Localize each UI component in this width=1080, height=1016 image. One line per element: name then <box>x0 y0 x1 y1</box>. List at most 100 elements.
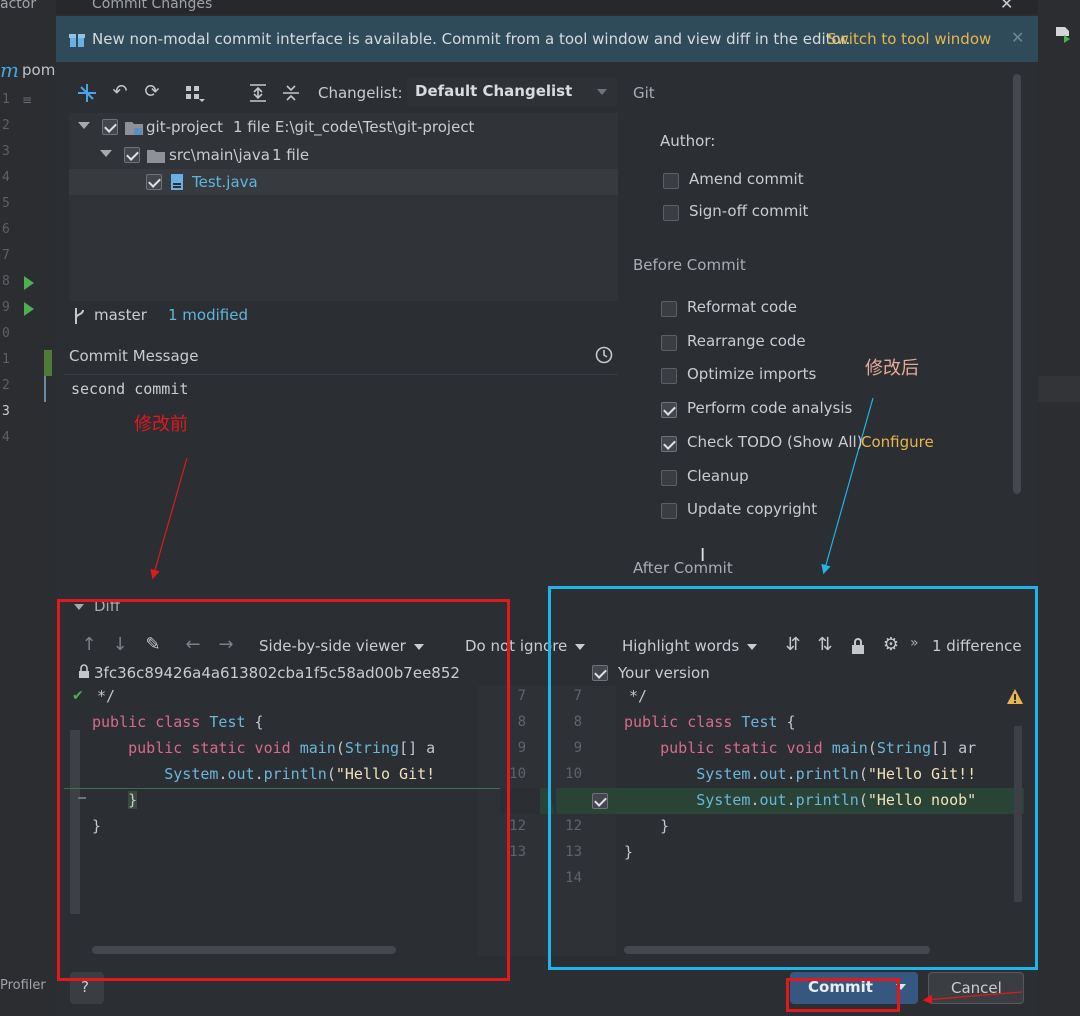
tree-item-label: git-project <box>146 118 224 136</box>
before-commit-header: Before Commit <box>633 256 746 274</box>
changelist-dropdown[interactable]: Default Changelist <box>407 78 617 106</box>
gutter-line-number: 1 <box>2 352 10 367</box>
option-row[interactable]: Check TODO (Show All) Configure <box>661 433 991 455</box>
option-checkbox[interactable] <box>661 469 677 486</box>
author-label: Author: <box>660 132 716 150</box>
checkbox[interactable] <box>146 174 162 190</box>
option-label: Sign-off commit <box>689 202 809 220</box>
commit-message-input[interactable]: second commit <box>64 374 618 590</box>
option-checkbox[interactable] <box>661 435 677 452</box>
tree-item-meta: 1 file E:\git_code\Test\git-project <box>233 118 475 136</box>
checkbox[interactable] <box>124 147 140 163</box>
option-row[interactable]: Reformat code <box>661 298 991 320</box>
run-gutter-icon[interactable] <box>24 276 34 290</box>
info-banner: New non-modal commit interface is availa… <box>56 16 1038 62</box>
option-label: Update copyright <box>687 500 818 519</box>
gutter-line-number: 0 <box>2 326 10 341</box>
option-row[interactable]: Amend commit <box>663 170 993 192</box>
cancel-label: Cancel <box>951 979 1002 997</box>
text-cursor-icon: I <box>700 545 706 566</box>
cancel-button[interactable]: Cancel <box>928 972 1024 1004</box>
option-label: Optimize imports <box>687 365 817 384</box>
option-label: Cleanup <box>687 466 749 485</box>
java-class-icon <box>171 174 183 190</box>
rollback-icon[interactable]: ↶ <box>109 81 131 103</box>
switch-to-tool-window-link[interactable]: Switch to tool window <box>827 30 991 48</box>
gutter-line-number: 6 <box>2 222 10 237</box>
option-checkbox[interactable] <box>661 402 677 419</box>
option-checkbox[interactable] <box>661 334 677 351</box>
profiler-tab[interactable]: Profiler <box>0 978 46 993</box>
vcs-changed-marker <box>44 350 52 376</box>
annotation-blue-box <box>548 586 1038 970</box>
dialog-title: Commit Changes <box>92 0 213 12</box>
file-tab-label: pom <box>22 61 56 79</box>
ide-file-tab[interactable]: m pom <box>0 58 56 82</box>
option-checkbox[interactable] <box>663 173 679 189</box>
configure-link[interactable]: Configure <box>861 433 934 451</box>
gutter-line-number: 9 <box>2 300 10 315</box>
group-by-icon[interactable] <box>184 84 206 104</box>
changes-tree <box>69 113 618 301</box>
commit-message-text: second commit <box>71 380 189 398</box>
tree-row-file[interactable]: Test.java <box>146 171 616 193</box>
gutter-line-number: 1 <box>2 92 10 107</box>
tree-row-project[interactable]: git-project 1 file E:\git_code\Test\git-… <box>78 117 618 139</box>
maven-icon: m <box>0 58 19 82</box>
module-folder-icon <box>125 122 143 135</box>
ide-tab-label[interactable]: actor <box>0 0 36 12</box>
tree-row-package[interactable]: src\main\java 1 file <box>100 145 618 167</box>
option-row[interactable]: Optimize imports <box>661 365 991 387</box>
branch-name: master <box>94 306 147 324</box>
commit-message-label: Commit Message <box>69 347 199 365</box>
coverage-icon[interactable] <box>1054 26 1072 44</box>
folder-icon <box>147 150 165 163</box>
gutter-line-number: 4 <box>2 170 10 185</box>
modified-count[interactable]: 1 modified <box>168 306 248 324</box>
tree-item-meta: 1 file <box>272 146 310 164</box>
gift-icon <box>69 34 85 47</box>
annotation-before-label: 修改前 <box>134 414 188 435</box>
changelist-value: Default Changelist <box>415 82 573 100</box>
option-label: Amend commit <box>689 170 804 188</box>
vcs-changed-marker <box>44 376 46 402</box>
chevron-down-icon[interactable] <box>78 122 90 129</box>
changelist-label: Changelist: <box>318 84 403 102</box>
option-row[interactable]: Perform code analysis <box>661 399 991 421</box>
refresh-icon[interactable]: ⟳ <box>141 81 163 103</box>
option-label: Check TODO (Show All) <box>687 432 863 451</box>
option-checkbox[interactable] <box>663 205 679 221</box>
option-checkbox[interactable] <box>661 503 677 520</box>
history-icon[interactable] <box>595 346 613 364</box>
options-scrollbar[interactable] <box>1013 74 1021 494</box>
expand-all-icon[interactable] <box>248 83 268 103</box>
option-row[interactable]: Update copyright <box>661 500 991 522</box>
branch-status: master 1 modified <box>70 305 610 327</box>
annotation-commit-box <box>786 978 900 1012</box>
gutter-line-number: 8 <box>2 274 10 289</box>
run-gutter-icon[interactable] <box>24 302 34 316</box>
banner-close-icon[interactable]: ✕ <box>1011 28 1024 47</box>
gutter-line-number: 2 <box>2 118 10 133</box>
chevron-down-icon[interactable] <box>100 150 112 157</box>
gutter-line-number: 5 <box>2 196 10 211</box>
option-checkbox[interactable] <box>661 368 677 385</box>
checkbox[interactable] <box>102 119 118 135</box>
chevron-down-icon <box>597 89 607 95</box>
option-row[interactable]: Sign-off commit <box>663 202 993 224</box>
gutter-line-number: 3 <box>2 404 10 419</box>
option-label: Rearrange code <box>687 331 806 350</box>
option-label: Reformat code <box>687 298 797 316</box>
close-icon[interactable]: ✕ <box>1000 0 1013 13</box>
after-commit-header: After Commit <box>633 559 733 577</box>
option-checkbox[interactable] <box>661 301 677 317</box>
gutter-line-number: 7 <box>2 248 10 263</box>
option-row[interactable]: Rearrange code <box>661 332 991 354</box>
git-section-header: Git <box>633 84 655 102</box>
tree-item-label: src\main\java <box>169 146 270 164</box>
line-number-gutter: 1 2 3 4 5 6 7 8 9 0 1 2 3 4 <box>0 90 56 450</box>
show-diff-icon[interactable] <box>76 82 98 104</box>
collapse-all-icon[interactable] <box>281 83 301 103</box>
gutter-line-number: 3 <box>2 144 10 159</box>
option-row[interactable]: Cleanup <box>661 467 991 489</box>
